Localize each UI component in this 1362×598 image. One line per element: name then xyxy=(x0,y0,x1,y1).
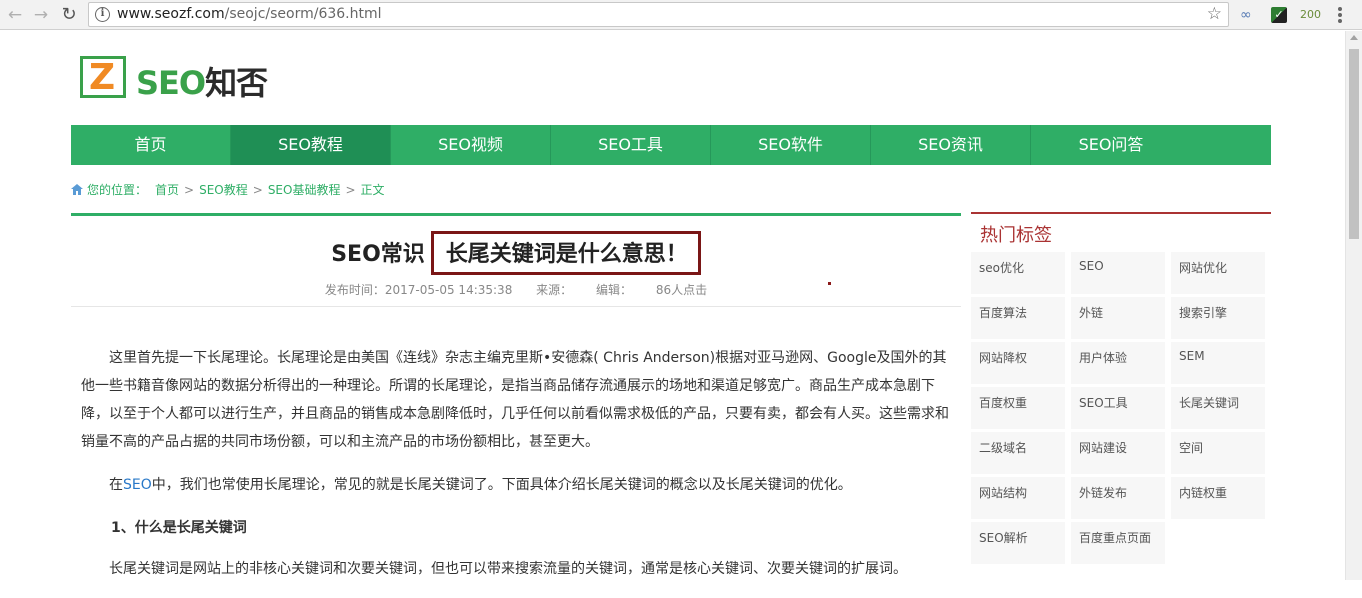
info-icon[interactable]: i xyxy=(95,7,110,22)
tag-grid: seo优化 SEO 网站优化 百度算法 外链 搜索引擎 网站降权 用户体验 SE… xyxy=(971,252,1271,564)
tag-item[interactable]: 用户体验 xyxy=(1071,342,1165,384)
sidebar-hot-tags: 热门标签 seo优化 SEO 网站优化 百度算法 外链 搜索引擎 网站降权 用户… xyxy=(971,212,1271,580)
page-scrollbar[interactable] xyxy=(1345,31,1362,580)
article-paragraph: 在SEO中，我们也常使用长尾理论，常见的就是长尾关键词了。下面具体介绍长尾关键词… xyxy=(109,477,852,493)
article-meta: 发布时间：2017-05-05 14:35:38 来源： 编辑： 86人点击 xyxy=(71,281,961,298)
nav-item-seo-video[interactable]: SEO视频 xyxy=(391,125,551,165)
nav-item-seo-qa[interactable]: SEO问答 xyxy=(1031,125,1191,165)
tag-item[interactable]: SEM xyxy=(1171,342,1265,384)
check-extension-icon[interactable]: ✓ xyxy=(1271,7,1287,23)
meta-clicks: 86人点击 xyxy=(655,283,708,297)
seo-link[interactable]: SEO xyxy=(123,477,152,493)
status-extension-badge[interactable]: 200 xyxy=(1300,6,1321,24)
article-paragraph: 长尾关键词是网站上的非核心关键词和次要关键词，但也可以带来搜索流量的关键词，通常… xyxy=(109,561,907,577)
browser-toolbar: ← → ↻ i www.seozf.com/seojc/seorm/636.ht… xyxy=(0,0,1362,30)
link-extension-icon[interactable]: ∞ xyxy=(1240,6,1256,24)
reload-icon[interactable]: ↻ xyxy=(58,4,80,26)
meta-source: 来源： xyxy=(536,283,573,297)
tag-item[interactable]: SEO解析 xyxy=(971,522,1065,564)
tag-item[interactable]: 网站结构 xyxy=(971,477,1065,519)
title-highlight: 长尾关键词是什么意思！ xyxy=(430,231,701,275)
tag-item[interactable]: 长尾关键词 xyxy=(1171,387,1265,429)
breadcrumb: 您的位置： 首页 > SEO教程 > SEO基础教程 > 正文 xyxy=(71,181,385,198)
breadcrumb-lead: 您的位置： xyxy=(87,183,148,197)
tag-item[interactable]: 百度权重 xyxy=(971,387,1065,429)
back-arrow-icon[interactable]: ← xyxy=(4,4,26,26)
tag-item[interactable]: 外链发布 xyxy=(1071,477,1165,519)
tag-item[interactable]: 网站优化 xyxy=(1171,252,1265,294)
browser-menu-icon[interactable] xyxy=(1338,7,1342,23)
tag-item[interactable]: 网站降权 xyxy=(971,342,1065,384)
breadcrumb-current: 正文 xyxy=(360,183,385,197)
nav-item-home[interactable]: 首页 xyxy=(71,125,231,165)
nav-item-seo-software[interactable]: SEO软件 xyxy=(711,125,871,165)
nav-item-seo-tools[interactable]: SEO工具 xyxy=(551,125,711,165)
scroll-thumb[interactable] xyxy=(1349,49,1359,239)
logo-mark-icon: Z xyxy=(80,56,126,98)
main-nav: 首页 SEO教程 SEO视频 SEO工具 SEO软件 SEO资讯 SEO问答 xyxy=(71,125,1271,165)
tag-item[interactable]: 二级域名 xyxy=(971,432,1065,474)
title-prefix: SEO常识 xyxy=(331,242,425,267)
address-bar[interactable]: i www.seozf.com/seojc/seorm/636.html ☆ xyxy=(88,2,1229,27)
sidebar-title: 热门标签 xyxy=(980,225,1052,246)
forward-arrow-icon[interactable]: → xyxy=(30,4,52,26)
article-title: SEO常识 长尾关键词是什么意思！ xyxy=(71,231,961,275)
tag-item[interactable]: SEO工具 xyxy=(1071,387,1165,429)
breadcrumb-home[interactable]: 首页 xyxy=(155,181,179,198)
tag-item[interactable]: 空间 xyxy=(1171,432,1265,474)
article-heading: 1、什么是长尾关键词 xyxy=(111,520,247,536)
nav-item-seo-tutorial[interactable]: SEO教程 xyxy=(231,125,391,165)
logo-text: SEO知否 xyxy=(136,64,268,102)
article: SEO常识 长尾关键词是什么意思！ 发布时间：2017-05-05 14:35:3… xyxy=(71,213,961,580)
breadcrumb-seo-tutorial[interactable]: SEO教程 xyxy=(199,181,248,198)
meta-publish-time: 发布时间：2017-05-05 14:35:38 xyxy=(324,283,513,297)
tag-item[interactable]: SEO xyxy=(1071,252,1165,294)
tag-item[interactable]: 百度重点页面 xyxy=(1071,522,1165,564)
breadcrumb-separator: > xyxy=(184,182,195,197)
tag-item[interactable]: seo优化 xyxy=(971,252,1065,294)
tag-item[interactable]: 百度算法 xyxy=(971,297,1065,339)
breadcrumb-separator: > xyxy=(345,182,356,197)
tag-item[interactable]: 网站建设 xyxy=(1071,432,1165,474)
url-text[interactable]: www.seozf.com/seojc/seorm/636.html xyxy=(117,6,382,22)
breadcrumb-separator: > xyxy=(252,182,263,197)
tag-item[interactable]: 搜索引擎 xyxy=(1171,297,1265,339)
article-body: 这里首先提一下长尾理论。长尾理论是由美国《连线》杂志主编克里斯•安德森( Chr… xyxy=(81,344,951,598)
bookmark-star-icon[interactable]: ☆ xyxy=(1207,4,1222,24)
scroll-up-arrow-icon[interactable] xyxy=(1350,35,1358,40)
breadcrumb-seo-basics[interactable]: SEO基础教程 xyxy=(268,181,341,198)
meta-divider xyxy=(71,306,961,307)
tag-item[interactable]: 外链 xyxy=(1071,297,1165,339)
tag-item[interactable]: 内链权重 xyxy=(1171,477,1265,519)
nav-item-seo-news[interactable]: SEO资讯 xyxy=(871,125,1031,165)
home-icon xyxy=(71,184,83,195)
article-paragraph: 这里首先提一下长尾理论。长尾理论是由美国《连线》杂志主编克里斯•安德森( Chr… xyxy=(81,350,949,450)
meta-editor: 编辑： xyxy=(596,283,633,297)
